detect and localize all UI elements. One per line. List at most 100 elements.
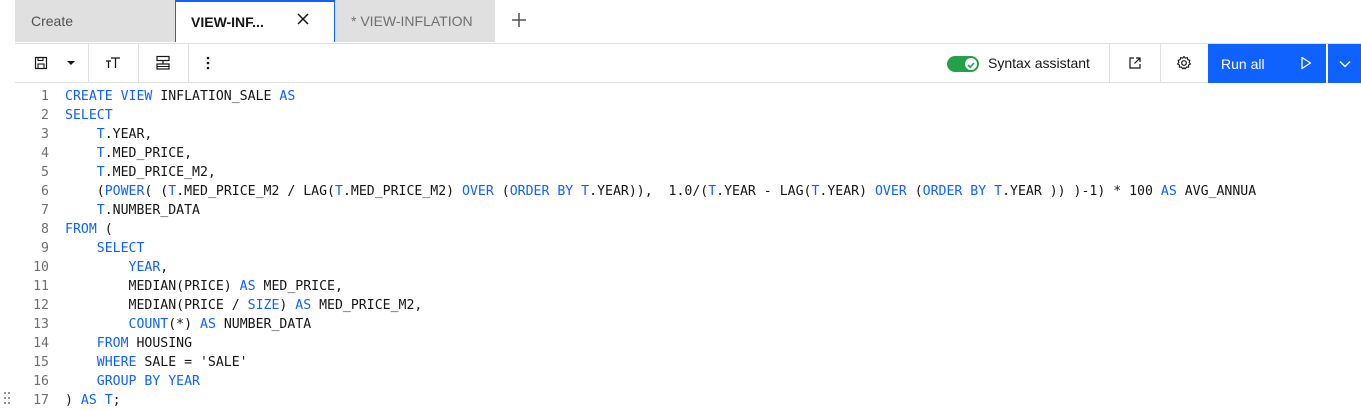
resize-handle-icon[interactable]: [3, 391, 11, 405]
sql-text: HOUSING: [128, 336, 193, 351]
sql-text: (: [65, 184, 105, 199]
sql-text: (: [493, 184, 510, 199]
launch-icon[interactable]: [1123, 44, 1147, 82]
line-number: 5: [41, 165, 49, 180]
sql-keyword: AS: [295, 298, 312, 313]
sql-text: ( (: [144, 184, 169, 199]
toolbar-divider: [188, 44, 189, 82]
sql-keyword: YEAR: [128, 260, 161, 275]
code-text: CREATE VIEW INFLATION_SALE AS: [65, 87, 295, 106]
sql-keyword: FROM: [96, 336, 129, 351]
sql-text: .MED_PRICE_M2,: [104, 165, 216, 180]
line-number: 7: [41, 203, 49, 218]
tab-create[interactable]: Create: [15, 0, 175, 42]
sql-keyword: SIZE: [247, 298, 280, 313]
code-text: GROUP BY YEAR: [65, 372, 200, 391]
sql-keyword: ORDER BY: [509, 184, 574, 199]
sql-text: MED_PRICE,: [255, 279, 343, 294]
code-text: MEDIAN(PRICE / SIZE) AS MED_PRICE_M2,: [65, 296, 423, 315]
editor-toolbar: Syntax assistant Run all: [15, 43, 1361, 83]
sql-text: MEDIAN(PRICE): [65, 279, 240, 294]
toolbar-divider: [1109, 44, 1110, 82]
sql-editor[interactable]: 1 CREATE VIEW INFLATION_SALE AS 2 SELECT 3 T…: [0, 84, 1361, 409]
sql-text: MEDIAN(PRICE /: [65, 298, 248, 313]
line-number: 2: [41, 108, 49, 123]
sql-text: ,: [160, 260, 169, 275]
tab-label: * VIEW-INFLATION: [351, 13, 473, 29]
line-number: 14: [33, 336, 49, 351]
sql-keyword: AS: [239, 279, 256, 294]
sql-keyword: T: [708, 184, 717, 199]
play-icon: [1300, 56, 1312, 73]
add-icon[interactable]: [505, 6, 533, 34]
toolbar-divider: [1160, 44, 1161, 82]
code-text: WHERE SALE = 'SALE': [65, 353, 248, 372]
sql-text: MED_PRICE_M2,: [311, 298, 423, 313]
sql-keyword: OVER: [462, 184, 494, 199]
sql-text: .YEAR )) )-1) * 100: [1002, 184, 1161, 199]
sql-text: ): [279, 298, 296, 313]
code-text: FROM (: [65, 220, 113, 239]
code-text: SELECT: [65, 239, 145, 258]
code-text: FROM HOUSING: [65, 334, 192, 353]
sql-keyword: GROUP BY YEAR: [96, 374, 200, 389]
line-number: 11: [33, 279, 49, 294]
chevron-down-icon[interactable]: [61, 44, 81, 82]
line-number: 16: [33, 374, 49, 389]
toggle-knob: [965, 58, 977, 70]
close-icon[interactable]: [296, 12, 310, 31]
code-text: T.MED_PRICE_M2,: [65, 163, 216, 182]
sql-text: .MED_PRICE,: [104, 146, 193, 161]
sql-text: .MED_PRICE_M2): [342, 184, 463, 199]
code-text: (POWER( (T.MED_PRICE_M2 / LAG(T.MED_PRIC…: [65, 182, 1256, 201]
run-options-dropdown[interactable]: [1328, 44, 1361, 83]
sql-keyword: AS T: [80, 393, 113, 408]
line-number: 6: [41, 184, 49, 199]
sql-keyword: AS: [1160, 184, 1177, 199]
sql-text: .NUMBER_DATA: [104, 203, 200, 218]
gear-icon[interactable]: [1172, 44, 1196, 82]
font-size-icon[interactable]: [99, 44, 127, 82]
sql-keyword: T: [96, 146, 105, 161]
code-text: T.MED_PRICE,: [65, 144, 192, 163]
syntax-assistant-toggle[interactable]: [947, 56, 979, 72]
tab-view-inflation-unsaved[interactable]: * VIEW-INFLATION: [335, 0, 495, 42]
sql-keyword: T: [994, 184, 1003, 199]
sql-keyword: AS: [279, 89, 296, 104]
sql-text: .MED_PRICE_M2 / LAG(: [176, 184, 335, 199]
save-icon[interactable]: [29, 44, 53, 82]
tab-view-inflation-active[interactable]: VIEW-INF...: [175, 0, 335, 42]
code-text: YEAR,: [65, 258, 169, 277]
sql-text: NUMBER_DATA: [215, 317, 312, 332]
tab-label: Create: [31, 13, 74, 29]
line-number: 3: [41, 127, 49, 142]
format-icon[interactable]: [149, 44, 177, 82]
sql-text: ): [65, 393, 81, 408]
tab-label: VIEW-INF...: [191, 14, 264, 30]
line-number: 12: [33, 298, 49, 313]
sql-keyword: OVER: [874, 184, 907, 199]
sql-text: .YEAR): [819, 184, 875, 199]
code-text: ) AS T;: [65, 391, 121, 409]
sql-text: ;: [112, 393, 121, 408]
sql-keyword: COUNT: [128, 317, 169, 332]
sql-keyword: POWER: [104, 184, 145, 199]
line-number: 8: [41, 222, 49, 237]
sql-keyword: T: [168, 184, 177, 199]
sql-keyword: SELECT: [65, 108, 113, 123]
sql-text: SALE = 'SALE': [136, 355, 248, 370]
line-number: 1: [41, 89, 49, 104]
sql-text: .YEAR)), 1.0/(: [589, 184, 709, 199]
run-all-button[interactable]: Run all: [1208, 44, 1326, 83]
overflow-menu-icon[interactable]: [196, 44, 220, 82]
sql-keyword: ORDER BY: [922, 184, 987, 199]
sql-keyword: T: [581, 184, 590, 199]
